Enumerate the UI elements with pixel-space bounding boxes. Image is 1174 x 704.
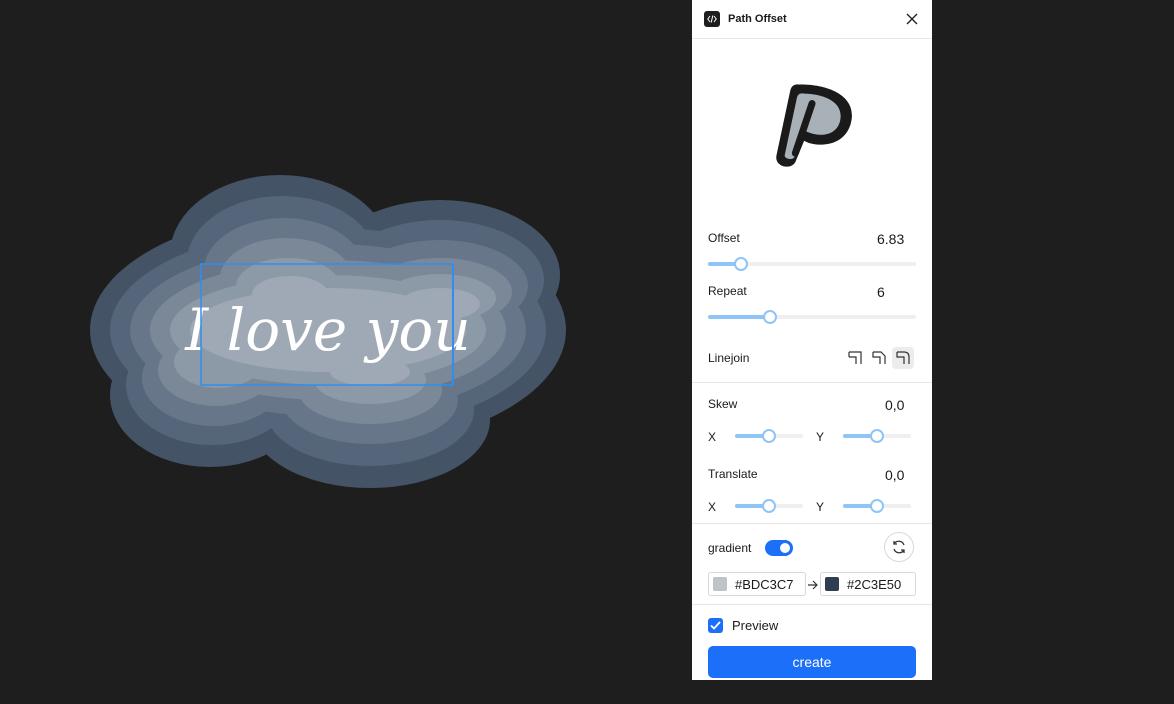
translate-x-slider[interactable] [735,496,803,516]
skew-value[interactable]: 0,0 [885,397,904,413]
translate-y-label: Y [816,500,825,514]
gradient-start-field[interactable]: #BDC3C7 [708,572,806,596]
arrow-right-icon [807,578,819,596]
skew-label: Skew [708,397,738,411]
offset-slider[interactable] [708,254,916,274]
close-icon[interactable] [904,11,920,27]
translate-y-slider[interactable] [843,496,911,516]
create-button[interactable]: create [708,646,916,678]
code-icon [704,11,720,27]
divider [692,382,932,383]
skew-y-slider[interactable] [843,426,911,446]
panel-header: Path Offset [692,0,932,39]
preview-label: Preview [732,618,779,633]
love-text: I love you [184,296,470,364]
refresh-icon [893,540,905,554]
linejoin-label: Linejoin [708,351,750,365]
swap-colors-button[interactable] [884,532,914,562]
miter-icon[interactable] [844,347,866,369]
offset-value[interactable]: 6.83 [877,231,904,247]
bevel-icon[interactable] [868,347,890,369]
preview-glyph-icon [776,84,852,167]
skew-y-label: Y [816,430,825,444]
gradient-end-field[interactable]: #2C3E50 [820,572,916,596]
color-swatch[interactable] [713,577,727,591]
preview-checkbox[interactable] [708,618,723,633]
gradient-label: gradient [708,541,752,555]
gradient-start-value: #BDC3C7 [735,576,794,592]
gradient-end-value: #2C3E50 [847,576,902,592]
gradient-toggle[interactable] [765,540,793,556]
offset-artwork: I love you [90,175,566,488]
round-icon[interactable] [892,347,914,369]
repeat-slider[interactable] [708,307,916,327]
skew-x-slider[interactable] [735,426,803,446]
translate-x-label: X [708,500,717,514]
divider [692,523,932,524]
repeat-value[interactable]: 6 [877,284,885,300]
translate-label: Translate [708,467,758,481]
skew-x-label: X [708,430,717,444]
offset-label: Offset [708,231,740,245]
color-swatch[interactable] [825,577,839,591]
divider [692,604,932,605]
translate-value[interactable]: 0,0 [885,467,904,483]
check-icon [710,621,721,630]
design-canvas[interactable]: I love you [0,0,692,699]
panel-title: Path Offset [728,13,787,25]
plugin-panel: Path Offset Offset 6.83 Repeat 6 Linejoi… [692,0,932,680]
repeat-label: Repeat [708,284,747,298]
preview-thumbnail [692,40,932,220]
